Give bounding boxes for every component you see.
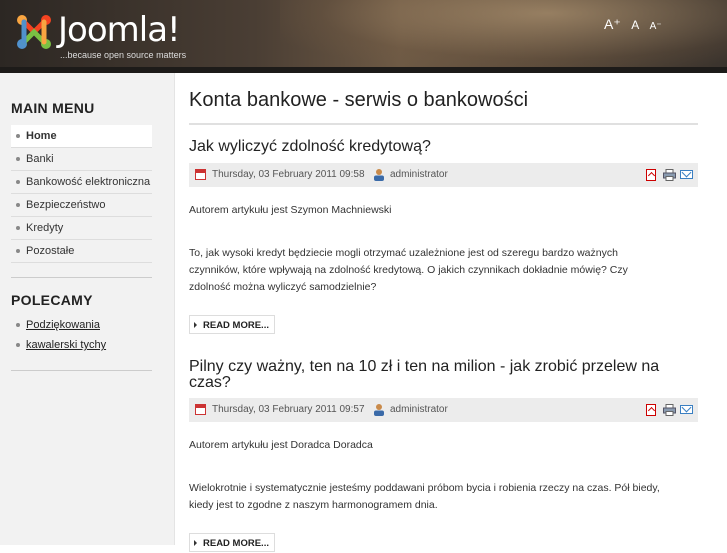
article-paragraph: To, jak wysoki kredyt będziecie mogli ot… [189, 247, 628, 293]
user-icon [374, 169, 384, 181]
pdf-icon[interactable] [646, 404, 656, 416]
title-rule [189, 123, 698, 125]
bullet-icon [16, 134, 20, 138]
calendar-icon [195, 169, 206, 180]
site-header: Joomla! ...because open source matters A… [0, 0, 727, 73]
email-icon[interactable] [680, 405, 693, 414]
menu-item-label: Home [26, 130, 57, 142]
link-podziekowania[interactable]: Podziękowania [26, 319, 100, 331]
article-paragraph: Autorem artykułu jest Doradca Doradca [189, 439, 373, 451]
read-more-button[interactable]: READ MORE... [189, 315, 275, 334]
link-kawalerski-tychy[interactable]: kawalerski tychy [26, 339, 106, 351]
article-paragraph: Autorem artykułu jest Szymon Machniewski [189, 204, 392, 216]
article-paragraph: Wielokrotnie i systematycznie jesteśmy p… [189, 482, 660, 511]
menu-item-label: Bankowość elektroniczna [26, 176, 151, 188]
bullet-icon [16, 249, 20, 253]
article-title[interactable]: Pilny czy ważny, ten na 10 zł i ten na m… [189, 359, 669, 391]
article-author: administrator [390, 169, 448, 180]
font-smaller-button[interactable]: A⁻ [650, 21, 662, 32]
menu-item-bankowosc-elektroniczna[interactable]: Bankowość elektroniczna [11, 171, 152, 194]
article-title[interactable]: Jak wyliczyć zdolność kredytową? [189, 139, 669, 155]
arrow-right-icon [194, 540, 197, 547]
main-menu: Home Banki Bankowość elektroniczna Bezpi… [11, 125, 152, 263]
menu-item-label: Pozostałe [26, 245, 75, 257]
menu-item-label: Kredyty [26, 222, 64, 234]
read-more-label: READ MORE... [203, 538, 269, 549]
sidebar-divider [11, 277, 152, 278]
pdf-icon[interactable] [646, 169, 656, 181]
print-icon[interactable] [663, 169, 676, 181]
user-icon [374, 404, 384, 416]
bullet-icon [16, 323, 20, 327]
page-title: Konta bankowe - serwis o bankowości [189, 89, 529, 111]
menu-item-label: Banki [26, 153, 54, 165]
menu-item-home[interactable]: Home [11, 125, 152, 148]
bullet-icon [16, 180, 20, 184]
font-larger-button[interactable]: A⁺ [604, 16, 621, 33]
sidebar-divider [11, 370, 152, 371]
polecamy-title: POLECAMY [11, 292, 93, 308]
joomla-logo-icon[interactable] [14, 12, 54, 52]
menu-item-banki[interactable]: Banki [11, 148, 152, 171]
article-date: Thursday, 03 February 2011 09:57 [212, 404, 365, 415]
logo-text[interactable]: Joomla! [58, 10, 181, 50]
menu-item-label: Bezpieczeństwo [26, 199, 106, 211]
link-item: kawalerski tychy [11, 335, 106, 355]
sidebar: MAIN MENU Home Banki Bankowość elektroni… [0, 73, 175, 545]
article-meta: Thursday, 03 February 2011 09:57 adminis… [189, 398, 698, 422]
menu-item-bezpieczenstwo[interactable]: Bezpieczeństwo [11, 194, 152, 217]
article-author: administrator [390, 404, 448, 415]
link-item: Podziękowania [11, 315, 106, 335]
bullet-icon [16, 226, 20, 230]
read-more-label: READ MORE... [203, 320, 269, 331]
read-more-button[interactable]: READ MORE... [189, 533, 275, 552]
article-date: Thursday, 03 February 2011 09:58 [212, 169, 365, 180]
arrow-right-icon [194, 322, 197, 329]
print-icon[interactable] [663, 404, 676, 416]
polecamy-links: Podziękowania kawalerski tychy [11, 315, 106, 355]
menu-item-kredyty[interactable]: Kredyty [11, 217, 152, 240]
logo-tagline: ...because open source matters [60, 50, 187, 60]
font-default-button[interactable]: A [631, 18, 639, 32]
bullet-icon [16, 157, 20, 161]
bullet-icon [16, 343, 20, 347]
bullet-icon [16, 203, 20, 207]
menu-item-pozostale[interactable]: Pozostałe [11, 240, 152, 263]
calendar-icon [195, 404, 206, 415]
font-size-tools: A⁺ A A⁻ [604, 16, 668, 34]
main-menu-title: MAIN MENU [11, 100, 95, 116]
email-icon[interactable] [680, 170, 693, 179]
article-meta: Thursday, 03 February 2011 09:58 adminis… [189, 163, 698, 187]
